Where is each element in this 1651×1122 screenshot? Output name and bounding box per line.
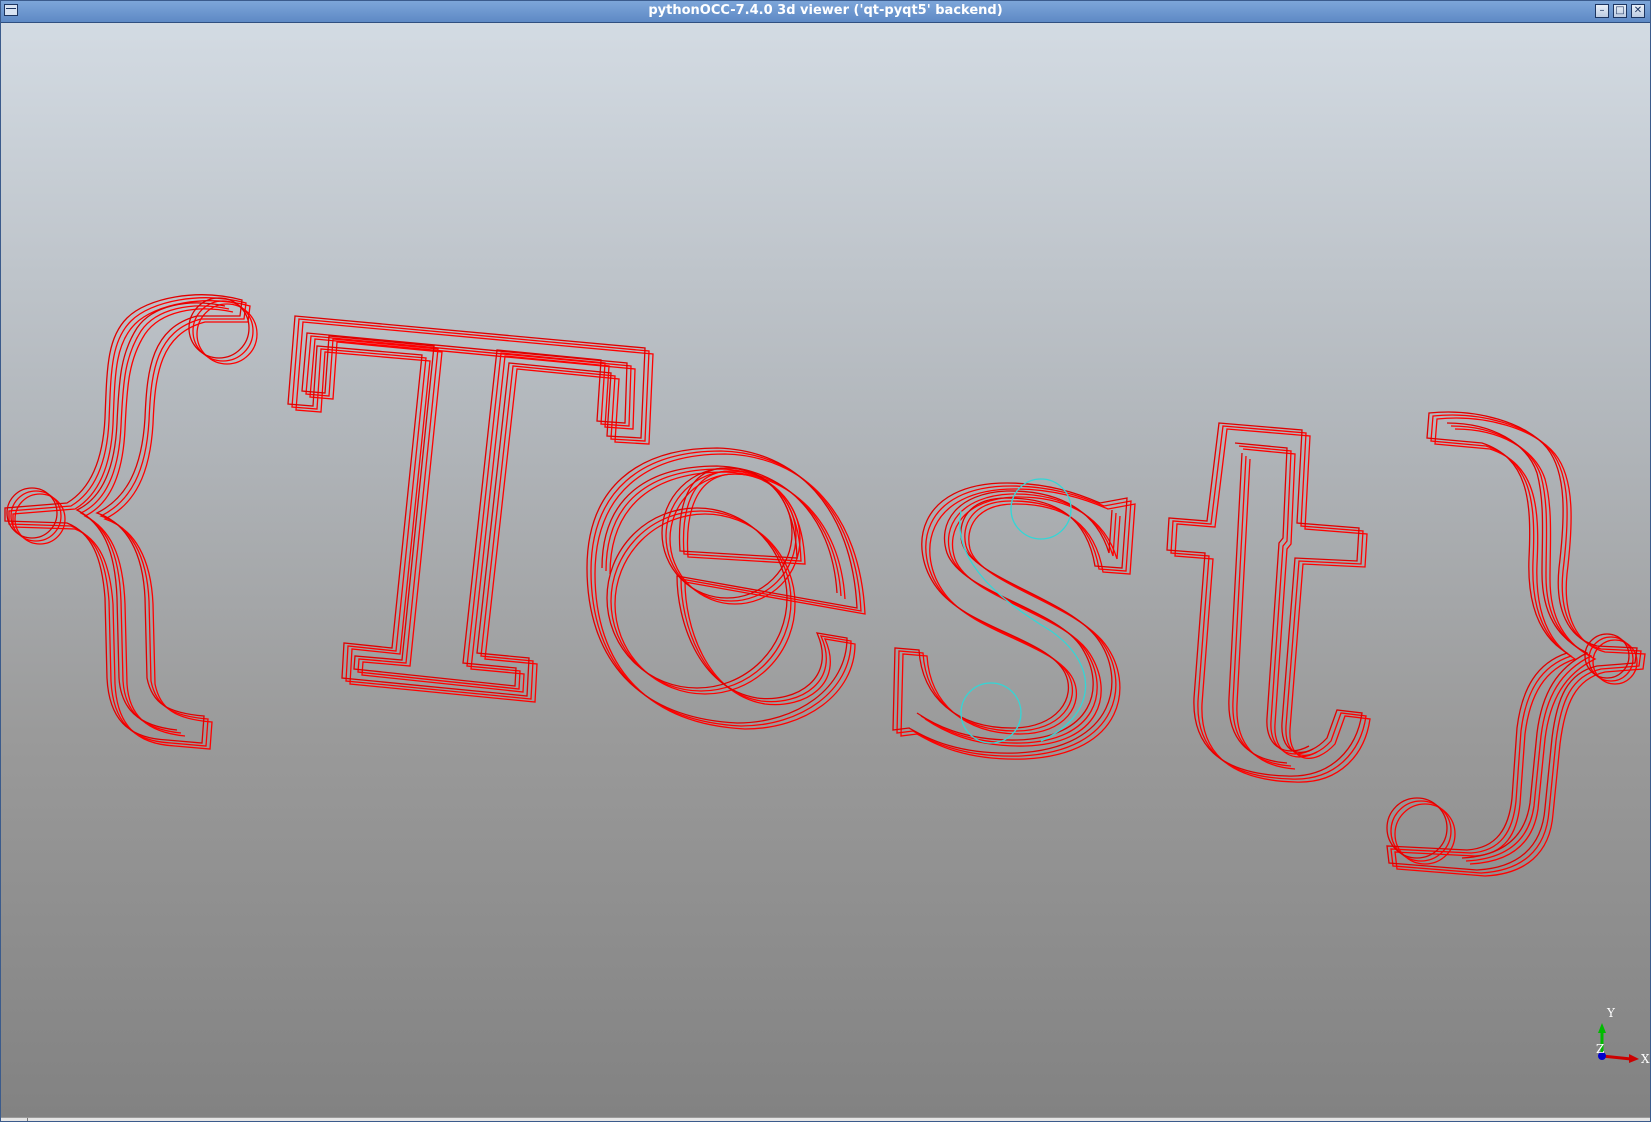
minimize-button[interactable]: – <box>1595 4 1609 18</box>
x-axis-label: X <box>1641 1052 1650 1066</box>
x-axis-arrow <box>1601 1054 1632 1061</box>
title-bar[interactable]: pythonOCC-7.4.0 3d viewer ('qt-pyqt5' ba… <box>1 1 1650 23</box>
viewer-window: pythonOCC-7.4.0 3d viewer ('qt-pyqt5' ba… <box>0 0 1651 1122</box>
s-spine-highlight <box>959 510 1087 742</box>
3d-viewport[interactable]: Y X Z <box>1 23 1650 1117</box>
y-axis-label: Y <box>1606 1006 1616 1020</box>
window-title: pythonOCC-7.4.0 3d viewer ('qt-pyqt5' ba… <box>648 3 1003 18</box>
wireframe-scene: Y X Z <box>4 294 1650 1066</box>
text-wireframe <box>4 294 1646 877</box>
highlighted-curves <box>959 478 1087 744</box>
close-button[interactable]: ✕ <box>1631 4 1645 18</box>
status-strip <box>1 1117 1650 1121</box>
maximize-button[interactable]: □ <box>1613 4 1627 18</box>
s-bottom-highlight <box>960 682 1022 744</box>
x-axis-arrow-head <box>1629 1054 1639 1063</box>
axis-triedron: Y X Z <box>1596 1006 1650 1066</box>
y-axis-arrow-head <box>1598 1023 1606 1033</box>
z-axis-label: Z <box>1596 1042 1604 1056</box>
